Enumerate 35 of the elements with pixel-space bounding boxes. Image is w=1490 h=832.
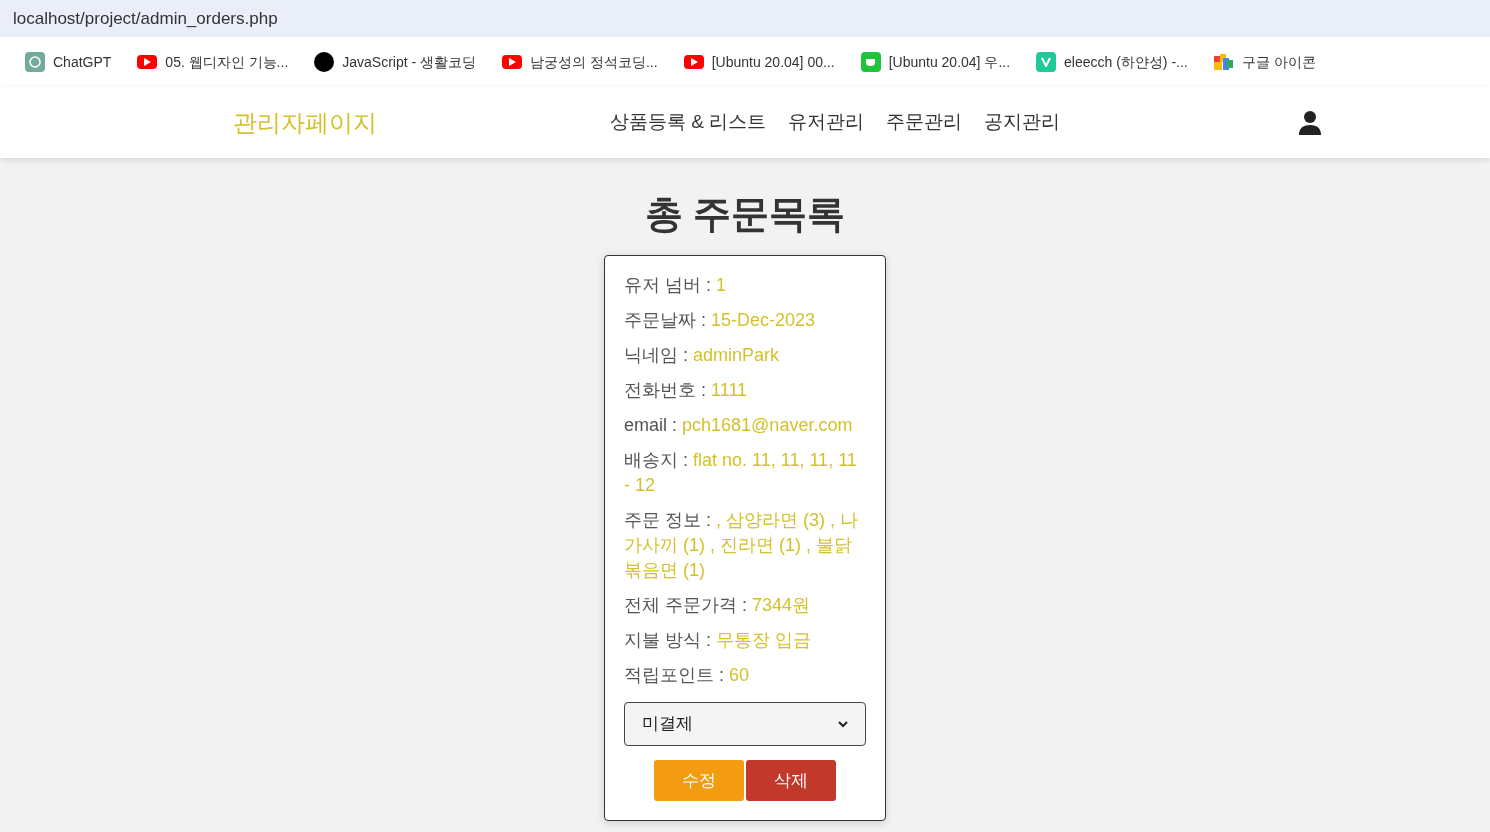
order-field: 전체 주문가격 : 7344원 <box>624 593 866 618</box>
play-icon <box>137 55 158 69</box>
velog-icon <box>1036 52 1057 72</box>
order-field: 유저 넘버 : 1 <box>624 273 866 298</box>
order-field: 주문 정보 : , 삼양라면 (3) , 나가사끼 (1) , 진라면 (1) , 불닭볶음면 (1) <box>624 508 866 583</box>
chatgpt-icon <box>25 52 45 72</box>
order-field: 닉네임 : adminPark <box>624 343 866 368</box>
order-field: 주문날짜 : 15-Dec-2023 <box>624 308 866 333</box>
bookmark-link[interactable]: 남궁성의 정석코딩... <box>502 51 658 73</box>
page-title: 총 주문목록 <box>644 192 846 237</box>
order-field: 배송지 : flat no. 11, 11, 11, 11 - 12 <box>624 448 866 498</box>
delete-button[interactable]: 삭제 <box>746 760 836 801</box>
play-icon <box>683 55 704 69</box>
bookmark-link[interactable]: eleecch (하얀성) -... <box>1036 51 1188 73</box>
chevron-down-icon <box>838 720 848 728</box>
bookmark-link[interactable]: [Ubuntu 20.04] 우... <box>860 51 1011 73</box>
order-field: 적립포인트 : 60 <box>624 663 866 688</box>
order-field: 전화번호 : 1111 <box>624 378 866 403</box>
nav-link[interactable]: 유저관리 <box>788 108 865 137</box>
address-bar[interactable]: localhost/project/admin_orders.php <box>0 0 1490 37</box>
bookmark-link[interactable]: JavaScript - 생활코딩 <box>314 51 477 73</box>
bookmark-link[interactable]: 05. 웹디자인 기능... <box>137 51 289 73</box>
bookmark-link[interactable]: ChatGPT <box>25 51 112 73</box>
bookmark-link[interactable]: 구글 아이콘 <box>1213 51 1316 73</box>
bookmark-link[interactable]: [Ubuntu 20.04] 00... <box>683 51 835 73</box>
nav-link[interactable]: 상품등록 & 리스트 <box>610 108 767 137</box>
blocks-icon <box>1213 54 1234 70</box>
nav-link[interactable]: 공지관리 <box>984 108 1061 137</box>
nav-link[interactable]: 주문관리 <box>886 108 963 137</box>
play-icon <box>502 55 523 69</box>
user-icon[interactable] <box>1299 110 1321 135</box>
cup-icon <box>860 52 881 72</box>
order-field: email : pch1681@naver.com <box>624 413 866 438</box>
status-select[interactable]: 미결제 <box>624 702 866 746</box>
order-field: 지불 방식 : 무통장 입금 <box>624 628 866 653</box>
